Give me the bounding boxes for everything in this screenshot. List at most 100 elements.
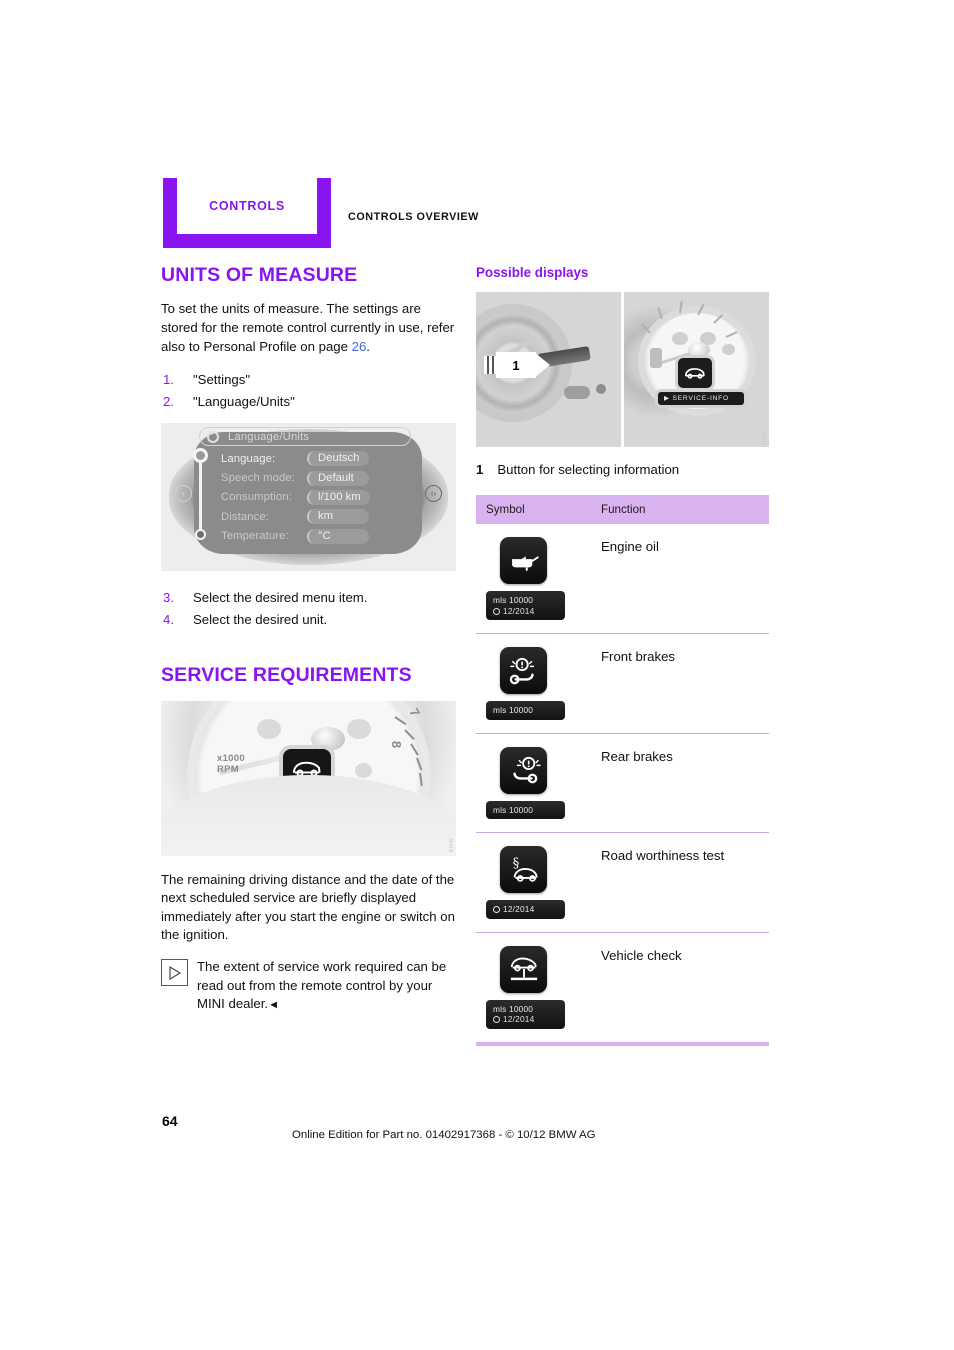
vehicle-check-lift-icon <box>500 945 547 993</box>
readout-line: mls 10000 <box>493 595 534 605</box>
stalk-button <box>564 386 590 399</box>
imprint-line: Online Edition for Part no. 01402917368 … <box>292 1129 596 1141</box>
clock-icon <box>493 607 500 615</box>
panel-steering-wheel-button: 1 <box>476 292 621 447</box>
tach-dot <box>355 762 372 778</box>
function-cell: Front brakes <box>586 633 769 734</box>
table-header-row: Symbol Function <box>476 495 769 524</box>
list-item: 2. "Language/Units" <box>161 391 458 413</box>
readout-rear-brakes: mls 10000 <box>486 800 565 819</box>
menu-row-value: km <box>307 509 369 525</box>
menu-row-consumption: Consumption: l/100 km <box>221 488 411 507</box>
menu-title-text: Language/Units <box>228 430 310 443</box>
figure-id-code: BMW <box>449 838 455 853</box>
menu-row-value: Default <box>307 470 369 486</box>
menu-rows: Language: Deutsch Speech mode: Default C… <box>221 449 411 545</box>
note-text: The extent of service work required can … <box>197 959 447 1012</box>
service-requirements-heading: SERVICE REQUIREMENTS <box>161 664 412 687</box>
symbol-cell-road-worthiness: § 12/2014 <box>476 832 586 933</box>
figure-id-code: BMW <box>762 429 768 444</box>
possible-displays-heading: Possible displays <box>476 265 589 280</box>
chapter-tab: CONTROLS <box>163 178 331 248</box>
callout-arrow <box>534 352 550 378</box>
column-header-function: Function <box>586 495 769 524</box>
page-number: 64 <box>162 1113 178 1129</box>
readout-date-text: 12/2014 <box>503 605 535 616</box>
step-text: Select the desired menu item. <box>193 590 368 606</box>
rear-brake-glyph <box>512 756 541 784</box>
symbol-cell-rear-brakes: mls 10000 <box>476 733 586 833</box>
stalk-button <box>596 384 606 394</box>
front-brakes-icon <box>500 647 547 694</box>
menu-row-distance: Distance: km <box>221 507 411 526</box>
scroll-knob-top <box>192 448 208 464</box>
menu-row-value: Deutsch <box>307 451 369 467</box>
scroll-track <box>199 453 202 536</box>
cluster-hub <box>688 342 710 358</box>
tach-rpm-line1: x1000 <box>217 752 245 764</box>
menu-row-speech-mode: Speech mode: Default <box>221 469 411 488</box>
readout-engine-oil: mls 10000 12/2014 <box>486 591 565 620</box>
function-cell: Vehicle check <box>586 932 769 1046</box>
step-number: 4. <box>163 612 174 628</box>
right-column: Possible displays 1 ▶ SERVICE-INFO BMW 1… <box>476 265 769 1046</box>
engine-oil-can-icon <box>500 537 547 584</box>
readout-line: mls 10000 <box>493 705 534 715</box>
tach-rpm-label: x1000 RPM <box>217 753 245 775</box>
symbol-function-table: Symbol Function mls 10000 12/2014 Engine… <box>476 495 769 1046</box>
note-end-mark: ◄ <box>268 999 279 1012</box>
figure-possible-displays: 1 ▶ SERVICE-INFO BMW <box>476 292 769 447</box>
menu-row-value: l/100 km <box>307 489 370 505</box>
step-text: Select the desired unit. <box>193 612 328 628</box>
table-row: mls 10000 12/2014 Engine oil <box>476 524 769 634</box>
function-cell: Engine oil <box>586 524 769 634</box>
legend-text: Button for selecting information <box>497 462 680 477</box>
readout-vehicle-check: mls 10000 12/2014 <box>486 999 565 1029</box>
symbol-cell-front-brakes: mls 10000 <box>476 633 586 734</box>
tach-dot <box>347 718 371 739</box>
tach-hub <box>311 726 345 751</box>
readout-line: 12/2014 <box>493 606 559 617</box>
tach-dot <box>257 718 281 739</box>
chapter-tab-label: CONTROLS <box>209 199 285 213</box>
front-brake-glyph <box>509 657 534 684</box>
left-column: UNITS OF MEASURE To set the units of mea… <box>161 264 458 1015</box>
clock-icon <box>493 906 500 913</box>
cluster-service-icon <box>678 358 712 388</box>
function-cell: Rear brakes <box>586 733 769 833</box>
menu-title-bar: Language/Units <box>199 427 411 447</box>
readout-date-text: 12/2014 <box>503 1014 535 1024</box>
cluster-warning-lights <box>650 348 662 368</box>
readout-road-worthiness: 12/2014 <box>486 900 565 919</box>
step-text: "Language/Units" <box>193 394 295 410</box>
table-row: mls 10000 12/2014 Vehicle check <box>476 932 769 1046</box>
table-head: Symbol Function <box>476 495 769 524</box>
table-row: § 12/2014 Road worthiness test <box>476 832 769 933</box>
readout-line: 12/2014 <box>493 904 559 915</box>
symbol-cell-vehicle-check: mls 10000 12/2014 <box>476 932 586 1046</box>
car-on-lift-glyph <box>510 957 537 981</box>
rear-brakes-icon <box>500 746 547 794</box>
units-steps-list-a: 1. "Settings" 2. "Language/Units" <box>161 369 458 413</box>
note-text-wrap: The extent of service work required can … <box>197 958 458 1015</box>
clock-icon <box>493 1016 500 1023</box>
figure-language-units-menu: Language/Units ‹ ‹› Language: Deutsch Sp… <box>161 423 456 572</box>
tach-scale-8: 8 <box>388 740 404 748</box>
cluster-indicator <box>672 332 688 345</box>
figure-legend: 1 Button for selecting information <box>476 461 769 479</box>
table-row: mls 10000 Front brakes <box>476 633 769 734</box>
readout-front-brakes: mls 10000 <box>486 701 565 720</box>
panel-instrument-cluster: ▶ SERVICE-INFO BMW <box>624 292 769 447</box>
units-intro-paragraph: To set the units of measure. The setting… <box>161 300 458 356</box>
page-cross-reference[interactable]: 26 <box>352 339 367 354</box>
step-number: 2. <box>163 394 174 410</box>
paragraph-car-glyph: § <box>512 856 538 882</box>
symbol-cell-engine-oil: mls 10000 12/2014 <box>476 524 586 634</box>
menu-row-label: Temperature: <box>221 530 289 543</box>
units-intro-text: To set the units of measure. The setting… <box>161 301 455 354</box>
step-text: "Settings" <box>193 372 251 388</box>
table-row: mls 10000 Rear brakes <box>476 733 769 833</box>
road-worthiness-paragraph-car-icon: § <box>500 846 547 893</box>
units-of-measure-heading: UNITS OF MEASURE <box>161 264 358 286</box>
menu-row-label: Consumption: <box>221 491 292 504</box>
